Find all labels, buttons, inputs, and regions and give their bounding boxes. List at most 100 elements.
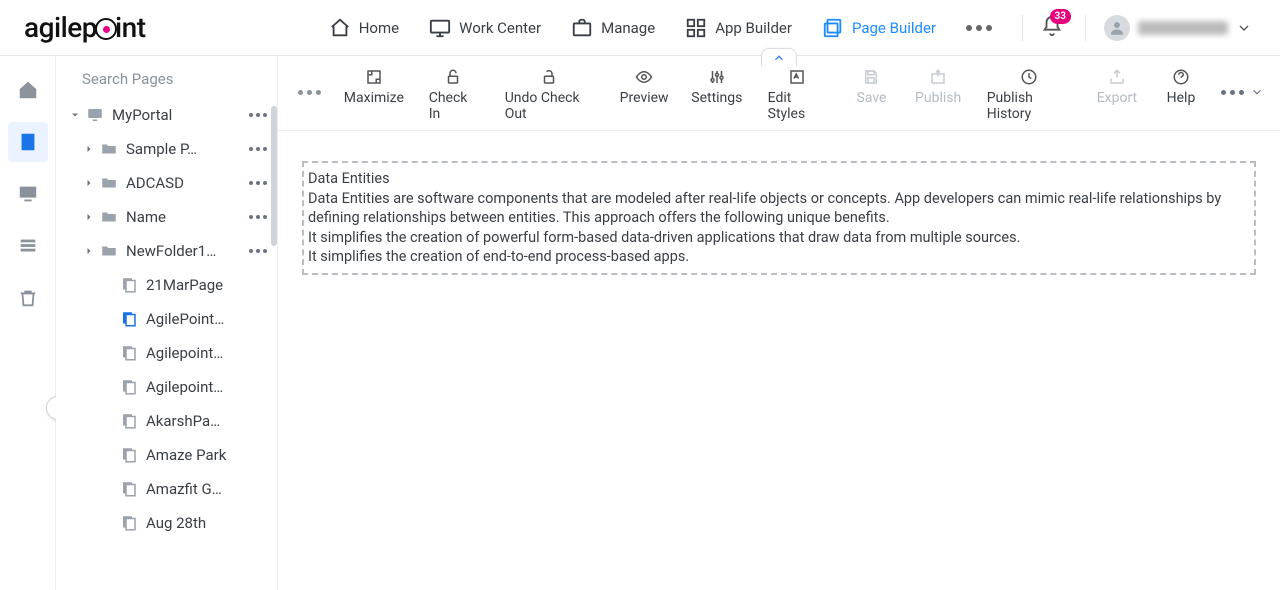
- eye-icon: [635, 68, 653, 86]
- home-icon: [329, 17, 351, 39]
- text-content-block[interactable]: Data Entities Data Entities are software…: [302, 161, 1256, 275]
- user-name: [1138, 21, 1228, 35]
- tree-page[interactable]: AkarshPa…: [56, 404, 275, 438]
- tree-label: Agilepoint…: [146, 378, 271, 396]
- topbar-right: 33: [1022, 15, 1252, 41]
- page-icon: [120, 480, 138, 498]
- user-menu[interactable]: [1085, 15, 1252, 41]
- avatar: [1104, 15, 1130, 41]
- rail-pages[interactable]: [8, 122, 48, 162]
- user-icon: [1108, 19, 1126, 37]
- toolbar-leading-more[interactable]: [288, 66, 331, 118]
- tree-page[interactable]: Agilepoint…: [56, 336, 275, 370]
- maximize-icon: [365, 68, 383, 86]
- tree-folder[interactable]: Name: [56, 200, 275, 234]
- chevron-right-icon: [83, 245, 95, 257]
- page-builder-icon: [822, 17, 844, 39]
- check-in-button[interactable]: Check In: [417, 66, 489, 124]
- page-icon: [120, 514, 138, 532]
- maximize-button[interactable]: Maximize: [335, 66, 413, 108]
- save-button: Save: [841, 66, 901, 108]
- tree-label: MyPortal: [112, 106, 245, 124]
- content-line: It simplifies the creation of end-to-end…: [308, 247, 1248, 267]
- nav-page-builder[interactable]: Page Builder: [822, 17, 936, 39]
- publish-history-button[interactable]: Publish History: [975, 66, 1083, 124]
- sliders-icon: [708, 68, 726, 86]
- monitor-icon: [86, 106, 104, 124]
- pages-tree: MyPortal Sample P… ADCASD Name: [56, 98, 277, 590]
- nav-manage[interactable]: Manage: [571, 17, 655, 39]
- chevron-right-icon: [83, 143, 95, 155]
- tree-page[interactable]: Agilepoint…: [56, 370, 275, 404]
- settings-button[interactable]: Settings: [682, 66, 752, 108]
- notifications-button[interactable]: 33: [1022, 15, 1067, 41]
- tree-item-more[interactable]: [245, 181, 271, 185]
- chevron-down-icon: [69, 109, 81, 121]
- chevron-down-icon: [1236, 20, 1252, 36]
- lock-open-icon: [444, 68, 462, 86]
- tree-label: Agilepoint…: [146, 344, 271, 362]
- tree-root-myportal[interactable]: MyPortal: [56, 98, 275, 132]
- page-icon: [120, 412, 138, 430]
- content-line: It simplifies the creation of powerful f…: [308, 228, 1248, 248]
- toolbar-trailing-more[interactable]: [1215, 66, 1270, 118]
- notification-badge: 33: [1050, 9, 1071, 24]
- main-area: Maximize Check In Undo Check Out Preview…: [278, 56, 1280, 590]
- tree-label: 21MarPage: [146, 276, 271, 294]
- nav-more-button[interactable]: [966, 25, 992, 31]
- search-input[interactable]: [82, 70, 281, 88]
- undo-check-out-button[interactable]: Undo Check Out: [493, 66, 607, 124]
- tree-folder[interactable]: NewFolder1…: [56, 234, 275, 268]
- tree-label: ADCASD: [126, 174, 245, 192]
- styles-icon: [788, 68, 806, 86]
- nav-work-center-label: Work Center: [459, 19, 541, 37]
- pages-sidebar: MyPortal Sample P… ADCASD Name: [56, 56, 278, 590]
- tree-label: Amaze Park: [146, 446, 271, 464]
- preview-button[interactable]: Preview: [610, 66, 678, 108]
- scrollbar-thumb[interactable]: [271, 106, 277, 246]
- publish-icon: [929, 68, 947, 86]
- tree-folder[interactable]: ADCASD: [56, 166, 275, 200]
- nav-work-center[interactable]: Work Center: [429, 17, 541, 39]
- chevron-up-icon: [772, 51, 786, 65]
- page-icon: [120, 446, 138, 464]
- monitor-icon: [429, 17, 451, 39]
- tree-page[interactable]: Amaze Park: [56, 438, 275, 472]
- rail-templates[interactable]: [8, 174, 48, 214]
- tree-label: Name: [126, 208, 245, 226]
- folder-icon: [100, 208, 118, 226]
- page-icon: [120, 276, 138, 294]
- tree-label: NewFolder1…: [126, 242, 245, 260]
- nav-app-builder[interactable]: App Builder: [685, 17, 792, 39]
- tree-folder[interactable]: Sample P…: [56, 132, 275, 166]
- export-icon: [1108, 68, 1126, 86]
- tree-item-more[interactable]: [245, 215, 271, 219]
- help-icon: [1172, 68, 1190, 86]
- rail-trash[interactable]: [8, 278, 48, 318]
- nav-page-builder-label: Page Builder: [852, 19, 936, 37]
- tree-item-more[interactable]: [245, 113, 271, 117]
- list-icon: [17, 235, 39, 257]
- trash-icon: [17, 287, 39, 309]
- help-button[interactable]: Help: [1151, 66, 1211, 108]
- tree-page-selected[interactable]: AgilePoint…: [56, 302, 275, 336]
- briefcase-icon: [571, 17, 593, 39]
- tree-page[interactable]: 21MarPage: [56, 268, 275, 302]
- publish-button: Publish: [905, 66, 970, 108]
- tree-item-more[interactable]: [245, 249, 271, 253]
- collapse-toolbar-toggle[interactable]: [761, 48, 797, 66]
- nav-app-builder-label: App Builder: [715, 19, 792, 37]
- tree-page[interactable]: Aug 28th: [56, 506, 275, 540]
- edit-styles-button[interactable]: Edit Styles: [756, 66, 838, 124]
- nav-home[interactable]: Home: [329, 17, 399, 39]
- export-button: Export: [1087, 66, 1147, 108]
- tree-page[interactable]: Amazfit G…: [56, 472, 275, 506]
- save-icon: [862, 68, 880, 86]
- page-icon: [17, 131, 39, 153]
- rail-home[interactable]: [8, 70, 48, 110]
- logo-dot-icon: [95, 18, 117, 40]
- tree-item-more[interactable]: [245, 147, 271, 151]
- history-icon: [1020, 68, 1038, 86]
- editor-canvas[interactable]: Data Entities Data Entities are software…: [278, 131, 1280, 590]
- rail-list[interactable]: [8, 226, 48, 266]
